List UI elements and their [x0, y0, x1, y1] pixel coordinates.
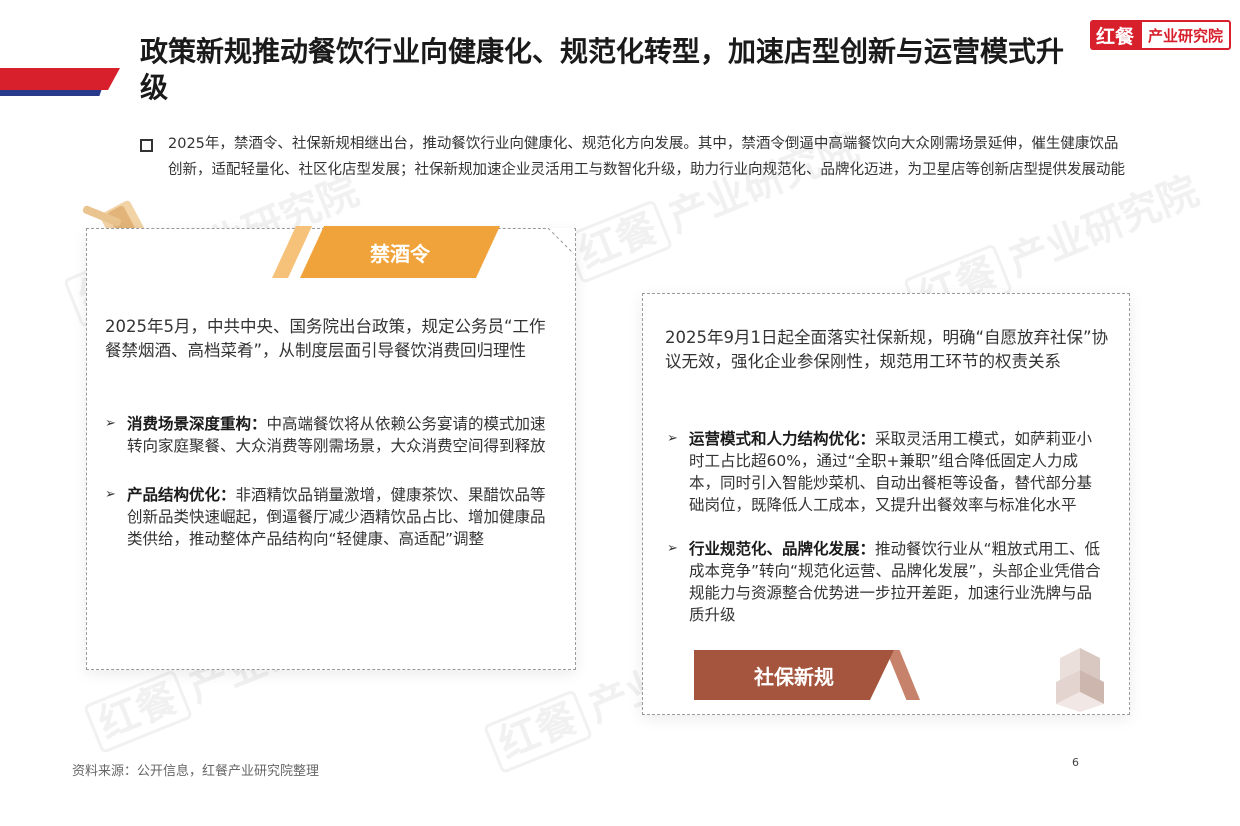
- item-heading: 运营模式和人力结构优化：: [689, 430, 876, 448]
- header-ribbon-red: [0, 68, 120, 90]
- arrow-bullet-icon: ➢: [105, 487, 116, 502]
- brand-logo: 红餐 产业研究院: [1090, 20, 1232, 50]
- logo-mark: 红餐: [1090, 20, 1141, 50]
- tag-alcohol-ban: 禁酒令: [300, 226, 500, 278]
- square-bullet-icon: [140, 139, 153, 152]
- tag-social-security: 社保新规: [694, 650, 894, 700]
- card-corner-fold: [548, 228, 574, 254]
- card-alcohol-ban: 2025年5月，中共中央、国务院出台政策，规定公务员“工作餐禁烟酒、高档菜肴”，…: [86, 228, 576, 670]
- list-item: ➢ 行业规范化、品牌化发展：推动餐饮行业从“粗放式用工、低成本竞争”转向“规范化…: [667, 538, 1107, 626]
- arrow-bullet-icon: ➢: [667, 431, 678, 446]
- card-lead: 2025年5月，中共中央、国务院出台政策，规定公务员“工作餐禁烟酒、高档菜肴”，…: [105, 317, 546, 360]
- item-heading: 消费场景深度重构：: [127, 415, 267, 433]
- page-number: 6: [1072, 756, 1079, 769]
- source-note: 资料来源：公开信息，红餐产业研究院整理: [72, 764, 320, 779]
- arrow-bullet-icon: ➢: [105, 416, 116, 431]
- arrow-bullet-icon: ➢: [667, 541, 678, 556]
- list-item: ➢ 消费场景深度重构：中高端餐饮将从依赖公务宴请的模式加速转向家庭聚餐、大众消费…: [105, 413, 551, 457]
- list-item: ➢ 运营模式和人力结构优化：采取灵活用工模式，如萨莉亚小时工占比超60%，通过“…: [667, 428, 1107, 516]
- intro-paragraph: 2025年，禁酒令、社保新规相继出台，推动餐饮行业向健康化、规范化方向发展。其中…: [168, 136, 1125, 178]
- item-heading: 行业规范化、品牌化发展：: [689, 540, 876, 558]
- item-heading: 产品结构优化：: [127, 486, 236, 504]
- decorative-cubes-icon: [1056, 648, 1104, 712]
- card-lead: 2025年9月1日起全面落实社保新规，明确“自愿放弃社保”协议无效，强化企业参保…: [665, 328, 1109, 371]
- list-item: ➢ 产品结构优化：非酒精饮品销量激增，健康茶饮、果醋饮品等创新品类快速崛起，倒逼…: [105, 484, 551, 550]
- page-title: 政策新规推动餐饮行业向健康化、规范化转型，加速店型创新与运营模式升级: [140, 35, 1065, 104]
- logo-text: 产业研究院: [1140, 20, 1232, 50]
